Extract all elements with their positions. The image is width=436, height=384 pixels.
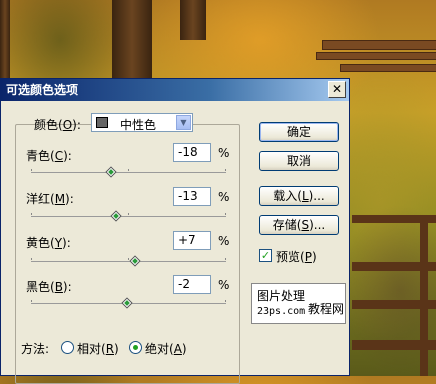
slider-tick bbox=[225, 213, 226, 215]
bridge-deck bbox=[316, 52, 436, 60]
dialog-title: 可选颜色选项 bbox=[6, 83, 79, 97]
relative-label[interactable]: 相对(R) bbox=[77, 340, 119, 357]
cyan-slider[interactable] bbox=[31, 166, 226, 178]
slider-tick bbox=[128, 169, 129, 171]
bridge-deck bbox=[322, 40, 436, 50]
slider-tick bbox=[31, 300, 32, 302]
cyan-input[interactable]: -18 bbox=[173, 143, 211, 162]
black-percent: % bbox=[218, 278, 230, 292]
yellow-percent: % bbox=[218, 234, 230, 248]
bridge-deck bbox=[340, 64, 436, 72]
black-input[interactable]: -2 bbox=[173, 275, 211, 294]
preview-checkbox[interactable]: ✓ bbox=[259, 249, 272, 262]
tree-trunk bbox=[112, 0, 152, 78]
cyan-label: 青色(C): bbox=[26, 149, 72, 163]
slider-tick bbox=[225, 258, 226, 260]
selective-color-dialog: 可选颜色选项 ✕ 颜色(O): 中性色 ▼ 青色(C): -18 % 洋红(M)… bbox=[0, 78, 350, 384]
black-label: 黑色(B): bbox=[26, 280, 72, 294]
watermark-text-cn-2: 教程网 bbox=[308, 302, 345, 316]
slider-tick bbox=[225, 300, 226, 302]
magenta-percent: % bbox=[218, 190, 230, 204]
yellow-slider[interactable] bbox=[31, 255, 226, 267]
colors-label: 颜色(O): bbox=[34, 118, 81, 132]
cancel-button[interactable]: 取消 bbox=[259, 151, 339, 171]
close-button[interactable]: ✕ bbox=[328, 81, 346, 98]
bridge-post bbox=[420, 215, 428, 376]
cyan-percent: % bbox=[218, 146, 230, 160]
close-icon: ✕ bbox=[331, 82, 343, 96]
yellow-label: 黄色(Y): bbox=[26, 236, 71, 250]
absolute-radio[interactable] bbox=[129, 341, 142, 354]
color-swatch bbox=[96, 117, 108, 128]
colors-dropdown[interactable]: 中性色 ▼ bbox=[91, 113, 193, 132]
magenta-slider[interactable] bbox=[31, 210, 226, 222]
slider-tick bbox=[128, 213, 129, 215]
save-button[interactable]: 存储(S)... bbox=[259, 215, 339, 235]
relative-radio[interactable] bbox=[61, 341, 74, 354]
method-label: 方法: bbox=[21, 342, 50, 356]
dialog-titlebar[interactable]: 可选颜色选项 ✕ bbox=[1, 79, 349, 101]
preview-label[interactable]: 预览(P) bbox=[276, 248, 317, 265]
tree-trunk bbox=[0, 0, 10, 78]
slider-tick bbox=[31, 258, 32, 260]
slider-tick bbox=[225, 169, 226, 171]
chevron-down-icon[interactable]: ▼ bbox=[176, 115, 191, 130]
watermark-logo: 图片处理 23ps.com 教程网 bbox=[251, 283, 346, 324]
magenta-input[interactable]: -13 bbox=[173, 187, 211, 206]
absolute-label[interactable]: 绝对(A) bbox=[145, 340, 187, 357]
magenta-label: 洋红(M): bbox=[26, 192, 74, 206]
yellow-input[interactable]: +7 bbox=[173, 231, 211, 250]
black-slider[interactable] bbox=[31, 297, 226, 309]
watermark-text-cn: 图片处理 bbox=[257, 289, 306, 303]
checkmark-icon: ✓ bbox=[260, 249, 271, 262]
slider-tick bbox=[31, 169, 32, 171]
slider-tick bbox=[31, 213, 32, 215]
colors-selected-value: 中性色 bbox=[120, 118, 157, 132]
ok-button[interactable]: 确定 bbox=[259, 122, 339, 142]
watermark-domain: 23ps.com bbox=[257, 306, 306, 317]
tree-trunk bbox=[180, 0, 206, 40]
load-button[interactable]: 载入(L)... bbox=[259, 186, 339, 206]
